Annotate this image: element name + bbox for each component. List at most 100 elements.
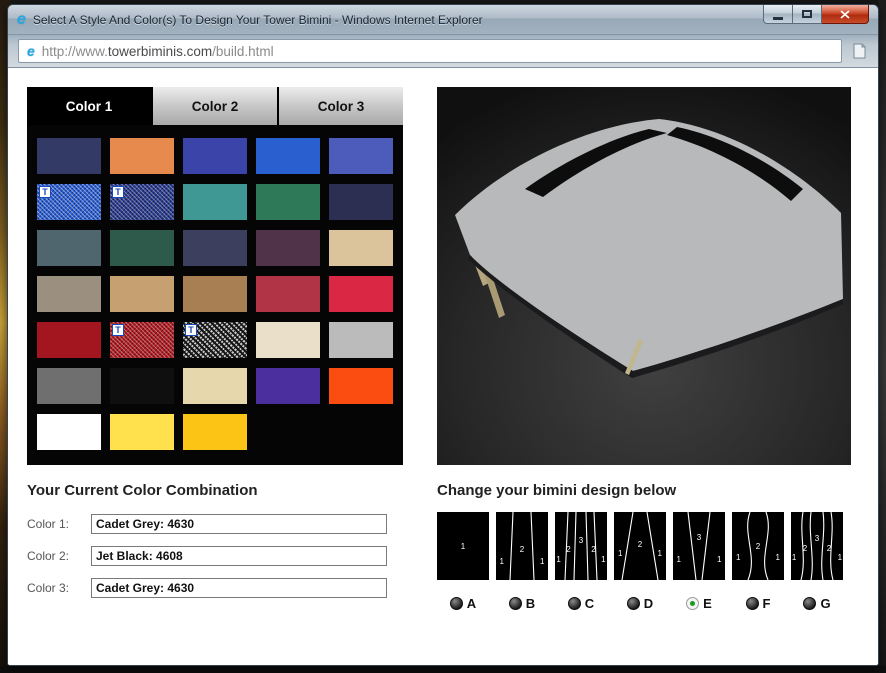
design-number: 1 bbox=[461, 543, 465, 551]
design-number: 1 bbox=[717, 556, 721, 564]
design-radio-c[interactable]: C bbox=[555, 596, 607, 611]
close-button[interactable] bbox=[822, 5, 869, 24]
radio-icon bbox=[450, 597, 463, 610]
design-number: 1 bbox=[776, 554, 780, 562]
color-swatch[interactable]: T bbox=[110, 322, 174, 358]
design-thumb-c[interactable]: 12321 bbox=[555, 512, 607, 580]
design-thumbs: 11211232112113112112321 bbox=[437, 512, 843, 580]
bimini-preview-panel bbox=[437, 87, 851, 465]
design-number: 2 bbox=[566, 546, 570, 554]
tab-color-1[interactable]: Color 1 bbox=[27, 87, 153, 125]
color-swatch[interactable] bbox=[329, 322, 393, 358]
design-radio-label: C bbox=[585, 596, 594, 611]
design-radio-f[interactable]: F bbox=[732, 596, 784, 611]
design-thumb-d[interactable]: 1 2 1 bbox=[614, 512, 666, 580]
color-swatch[interactable] bbox=[183, 184, 247, 220]
swatch-grid: T T T T bbox=[27, 125, 403, 463]
tab-color-3[interactable]: Color 3 bbox=[279, 87, 403, 125]
color-swatch[interactable]: T bbox=[110, 184, 174, 220]
design-radio-label: B bbox=[526, 596, 535, 611]
design-radio-a[interactable]: A bbox=[437, 596, 489, 611]
color-value-input-3[interactable] bbox=[91, 578, 387, 598]
color-swatch[interactable] bbox=[183, 138, 247, 174]
color-swatch[interactable] bbox=[37, 276, 101, 312]
design-radio-label: E bbox=[703, 596, 712, 611]
minimize-button[interactable] bbox=[763, 5, 793, 24]
color-swatch[interactable] bbox=[329, 230, 393, 266]
design-radio-b[interactable]: B bbox=[496, 596, 548, 611]
address-bar: e http://www.towerbiminis.com/build.html bbox=[8, 34, 878, 68]
design-thumb-a[interactable]: 1 bbox=[437, 512, 489, 580]
color-swatch[interactable] bbox=[256, 322, 320, 358]
color-swatch[interactable] bbox=[110, 368, 174, 404]
color-swatch[interactable] bbox=[256, 368, 320, 404]
window-title: Select A Style And Color(s) To Design Yo… bbox=[33, 13, 483, 27]
color-fields: Color 1: Color 2: Color 3: bbox=[27, 514, 387, 610]
radio-icon bbox=[509, 597, 522, 610]
color-swatch[interactable] bbox=[256, 230, 320, 266]
design-thumb-f[interactable]: 121 bbox=[732, 512, 784, 580]
color-swatch[interactable] bbox=[256, 276, 320, 312]
design-radio-label: D bbox=[644, 596, 653, 611]
url-input[interactable]: e http://www.towerbiminis.com/build.html bbox=[18, 39, 842, 63]
design-number: 2 bbox=[756, 543, 760, 551]
color-swatch[interactable] bbox=[183, 276, 247, 312]
compatibility-view-icon[interactable] bbox=[850, 42, 868, 60]
color-swatch[interactable] bbox=[37, 368, 101, 404]
color-value-input-1[interactable] bbox=[91, 514, 387, 534]
url-text: http://www.towerbiminis.com/build.html bbox=[42, 44, 274, 59]
design-number: 2 bbox=[520, 546, 524, 554]
tweed-badge: T bbox=[112, 324, 124, 336]
color-field-row: Color 1: bbox=[27, 514, 387, 534]
design-radio-d[interactable]: D bbox=[614, 596, 666, 611]
color-swatch[interactable] bbox=[37, 230, 101, 266]
radio-icon bbox=[568, 597, 581, 610]
design-number: 2 bbox=[638, 541, 642, 549]
color-swatch[interactable] bbox=[110, 230, 174, 266]
color-swatch[interactable]: T bbox=[37, 184, 101, 220]
design-number: 1 bbox=[838, 554, 842, 562]
tweed-badge: T bbox=[39, 186, 51, 198]
page-favicon: e bbox=[27, 44, 35, 58]
color-swatch[interactable] bbox=[329, 138, 393, 174]
design-number: 1 bbox=[556, 556, 560, 564]
design-number: 3 bbox=[579, 537, 583, 545]
color-swatch[interactable] bbox=[110, 138, 174, 174]
browser-window: e Select A Style And Color(s) To Design … bbox=[7, 4, 879, 666]
color-swatch[interactable] bbox=[256, 138, 320, 174]
color-swatch[interactable] bbox=[110, 414, 174, 450]
title-bar: e Select A Style And Color(s) To Design … bbox=[8, 5, 878, 34]
page-content: Color 1 Color 2 Color 3 T T T T bbox=[8, 68, 878, 665]
bimini-preview-render bbox=[437, 87, 851, 465]
design-radio-e[interactable]: E bbox=[673, 596, 725, 611]
tab-color-2[interactable]: Color 2 bbox=[153, 87, 279, 125]
color-field-label: Color 1: bbox=[27, 517, 91, 531]
color-field-label: Color 2: bbox=[27, 549, 91, 563]
design-number: 1 bbox=[618, 550, 622, 558]
design-thumb-b[interactable]: 121 bbox=[496, 512, 548, 580]
color-swatch[interactable] bbox=[37, 138, 101, 174]
color-value-input-2[interactable] bbox=[91, 546, 387, 566]
color-swatch[interactable] bbox=[183, 368, 247, 404]
color-swatch[interactable] bbox=[37, 322, 101, 358]
color-swatch[interactable] bbox=[183, 230, 247, 266]
color-swatch[interactable] bbox=[329, 184, 393, 220]
color-field-label: Color 3: bbox=[27, 581, 91, 595]
design-number: 1 bbox=[601, 556, 605, 564]
design-thumb-g[interactable]: 12321 bbox=[791, 512, 843, 580]
color-swatch[interactable] bbox=[110, 276, 174, 312]
color-swatch[interactable] bbox=[37, 414, 101, 450]
color-swatch[interactable] bbox=[256, 184, 320, 220]
design-number: 1 bbox=[658, 550, 662, 558]
color-swatch[interactable] bbox=[329, 276, 393, 312]
design-radio-g[interactable]: G bbox=[791, 596, 843, 611]
maximize-button[interactable] bbox=[793, 5, 822, 24]
color-swatch[interactable] bbox=[329, 368, 393, 404]
radio-icon bbox=[746, 597, 759, 610]
design-thumb-e[interactable]: 131 bbox=[673, 512, 725, 580]
color-swatch[interactable]: T bbox=[183, 322, 247, 358]
color-tabs: Color 1 Color 2 Color 3 bbox=[27, 87, 403, 125]
maximize-icon bbox=[802, 10, 812, 18]
design-radio-label: F bbox=[763, 596, 771, 611]
color-swatch[interactable] bbox=[183, 414, 247, 450]
